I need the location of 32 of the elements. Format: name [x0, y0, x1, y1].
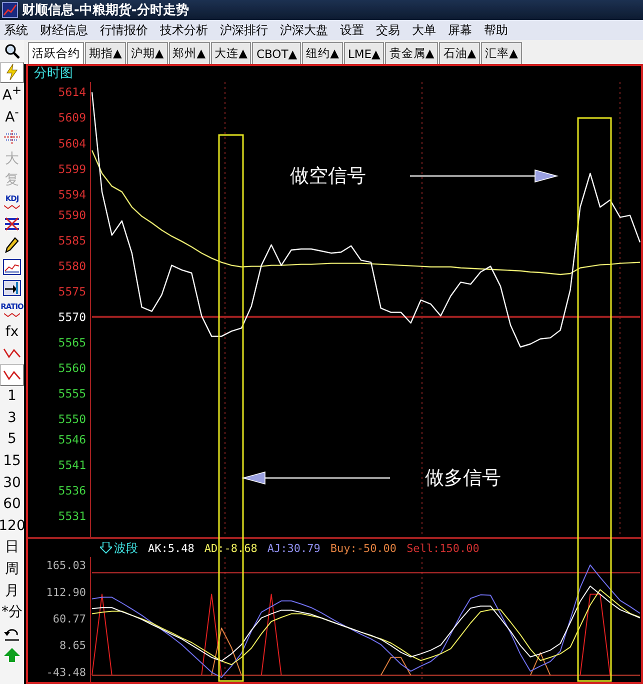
- price-tick-label: 5560: [58, 360, 86, 375]
- chart-title: 分时图: [34, 66, 73, 81]
- price-tick-label: 5570: [58, 310, 86, 324]
- price-tick-label: 5594: [58, 187, 86, 202]
- price-tick-label: 5614: [58, 85, 86, 100]
- window-title: 财顺信息-中粮期货-分时走势: [22, 2, 189, 19]
- indicator-name: 波段: [114, 540, 138, 556]
- indicator-tick-label: 112.90: [46, 586, 86, 599]
- price-tick-label: 5604: [58, 136, 86, 150]
- indicator-tick-label: 60.77: [52, 612, 86, 626]
- price-tick-label: 5565: [58, 335, 86, 350]
- indicator-value: Sell:150.00: [406, 542, 480, 554]
- price-tick-label: 5575: [58, 284, 86, 298]
- price-tick-label: 5599: [58, 162, 86, 176]
- price-tick-label: 5585: [58, 233, 86, 248]
- price-tick-label: 5541: [58, 458, 86, 472]
- price-tick-label: 5590: [58, 208, 86, 222]
- indicator-value: AK:5.48: [148, 542, 194, 554]
- signal-annotation: 做多信号: [425, 466, 501, 491]
- indicator-value: Buy:-50.00: [330, 542, 397, 554]
- price-tick-label: 5609: [58, 110, 86, 125]
- indicator-tick-label: 8.65: [60, 639, 86, 652]
- price-tick-label: 5546: [58, 432, 86, 446]
- price-tick-label: 5580: [58, 258, 86, 273]
- indicator-tick-label: 165.03: [46, 559, 86, 572]
- price-tick-label: 5550: [58, 412, 86, 426]
- price-tick-label: 5555: [58, 386, 86, 400]
- indicator-tick-label: -43.48: [46, 666, 86, 679]
- signal-annotation: 做空信号: [290, 164, 366, 189]
- price-tick-label: 5531: [58, 509, 86, 524]
- indicator-value: AJ:30.79: [267, 542, 320, 554]
- price-tick-label: 5536: [58, 484, 86, 498]
